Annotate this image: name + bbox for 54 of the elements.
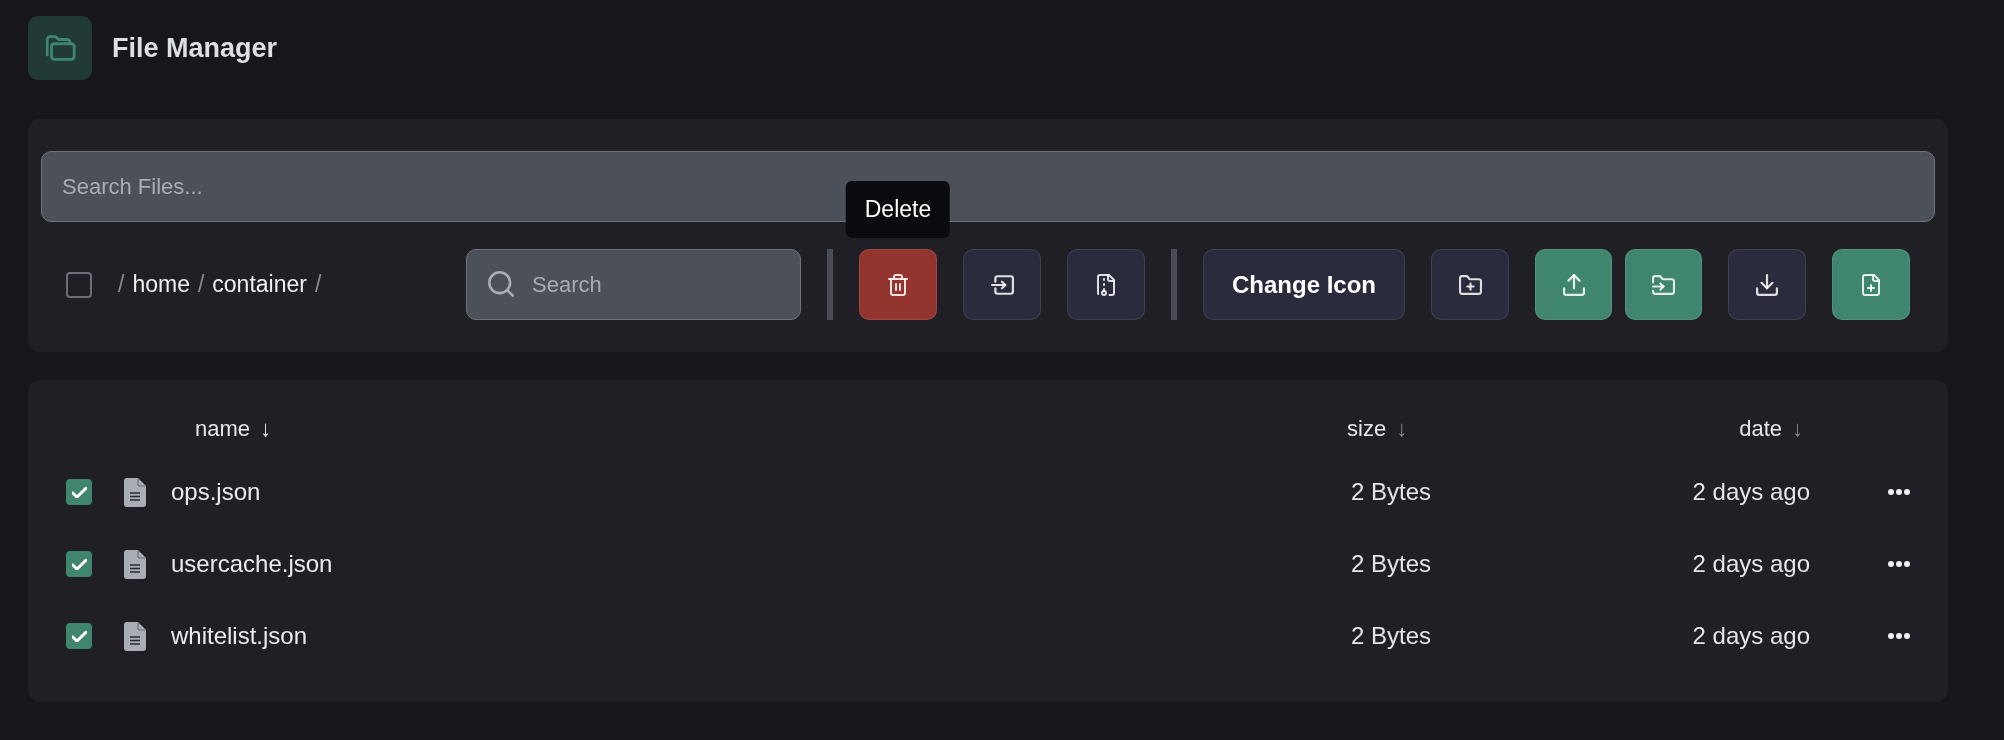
trash-icon bbox=[888, 273, 908, 296]
column-header[interactable]: name bbox=[195, 411, 251, 445]
zip-file-icon bbox=[1097, 273, 1115, 296]
file-icon bbox=[124, 477, 146, 507]
breadcrumb-separator: / bbox=[118, 270, 125, 300]
search-field[interactable]: Search bbox=[466, 249, 801, 320]
check-icon bbox=[71, 630, 87, 642]
column-header[interactable]: date bbox=[1739, 411, 1782, 445]
import-button[interactable] bbox=[1625, 249, 1702, 320]
file-name: ops.json bbox=[171, 477, 262, 507]
file-size: 2 Bytes bbox=[1350, 621, 1433, 651]
check-icon bbox=[71, 558, 87, 570]
checkbox[interactable] bbox=[66, 623, 92, 649]
more-icon[interactable] bbox=[1888, 633, 1910, 639]
new-folder-button[interactable] bbox=[1431, 249, 1509, 320]
file-icon bbox=[124, 549, 146, 579]
checkbox[interactable] bbox=[66, 551, 92, 577]
tooltip: Delete bbox=[845, 181, 951, 238]
breadcrumb-link[interactable]: container bbox=[212, 267, 307, 302]
search-icon bbox=[488, 271, 514, 297]
more-icon[interactable] bbox=[1888, 561, 1910, 567]
file-size: 2 Bytes bbox=[1350, 549, 1433, 579]
checkbox[interactable] bbox=[66, 479, 92, 505]
new-file-button[interactable] bbox=[1832, 249, 1910, 320]
file-plus-icon bbox=[1862, 273, 1880, 296]
box-arrow-in-icon bbox=[990, 274, 1014, 295]
file-size: 2 Bytes bbox=[1350, 477, 1433, 507]
modified-date: 2 days ago bbox=[1691, 621, 1810, 651]
check-icon bbox=[71, 486, 87, 498]
file-name: usercache.json bbox=[171, 549, 334, 579]
file-icon bbox=[124, 621, 146, 651]
upload-icon bbox=[1562, 273, 1585, 296]
compress-button[interactable] bbox=[1067, 249, 1145, 320]
more-icon[interactable] bbox=[1888, 489, 1910, 495]
file-name: whitelist.json bbox=[171, 621, 309, 651]
modified-date: 2 days ago bbox=[1691, 477, 1810, 507]
move-button[interactable] bbox=[963, 249, 1041, 320]
download-icon bbox=[1756, 273, 1778, 296]
delete-button[interactable] bbox=[859, 249, 937, 320]
modified-date: 2 days ago bbox=[1691, 549, 1810, 579]
folder-plus-icon bbox=[1458, 274, 1482, 295]
sort-arrow[interactable]: ↓ bbox=[1792, 411, 1803, 445]
app-title: File Manager bbox=[112, 31, 278, 65]
sort-arrow[interactable]: ↓ bbox=[1396, 411, 1408, 445]
checkbox[interactable] bbox=[66, 271, 92, 298]
sort-arrow[interactable]: ↓ bbox=[260, 411, 272, 445]
upload-button[interactable] bbox=[1535, 249, 1612, 320]
column-header[interactable]: size bbox=[1347, 411, 1387, 445]
breadcrumb-separator: / bbox=[197, 270, 205, 300]
breadcrumb-link[interactable]: home bbox=[132, 267, 190, 302]
action-button[interactable]: Change Icon bbox=[1203, 249, 1405, 320]
download-button[interactable] bbox=[1728, 249, 1806, 320]
folder-icon bbox=[28, 16, 92, 80]
breadcrumb-separator: / bbox=[314, 270, 322, 300]
